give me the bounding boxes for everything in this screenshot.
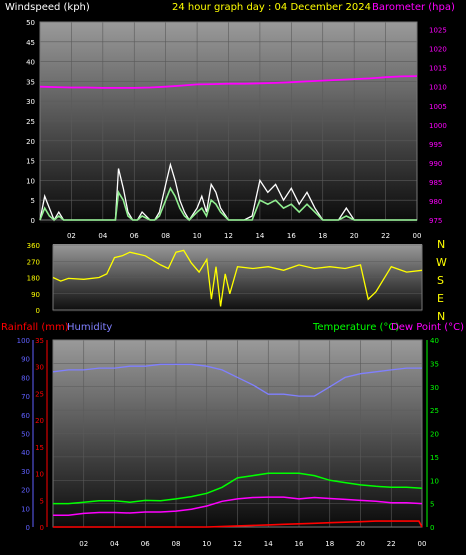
direction-tick-label: 180 (27, 275, 40, 283)
hour-tick-label: 12 (224, 232, 233, 240)
hour-tick-label: 12 (233, 540, 242, 548)
hour-tick-label: 20 (350, 232, 359, 240)
barometer-tick-label: 980 (429, 198, 442, 206)
humidity-tick-label: 90 (21, 356, 30, 364)
hour-tick-label: 08 (161, 232, 170, 240)
humidity-tick-label: 60 (21, 412, 30, 420)
hour-tick-label: 14 (255, 232, 264, 240)
windspeed-tick-label: 50 (26, 19, 35, 27)
windspeed-tick-label: 5 (31, 197, 35, 205)
hour-tick-label: 06 (130, 232, 139, 240)
weather-graph: Windspeed (kph) 24 hour graph day : 04 D… (1, 2, 464, 548)
hour-tick-label: 04 (98, 232, 107, 240)
windspeed-tick-label: 0 (31, 217, 35, 225)
hour-tick-label: 10 (193, 232, 202, 240)
humidity-tick-label: 0 (26, 524, 30, 532)
windspeed-tick-label: 30 (26, 98, 35, 106)
temperature-tick-label: 15 (430, 454, 439, 462)
hour-tick-label: 00 (413, 232, 422, 240)
chart-title: 24 hour graph day : 04 December 2024 (172, 2, 371, 13)
temperature-tick-label: 20 (430, 431, 439, 439)
windspeed-tick-label: 40 (26, 59, 35, 67)
direction-panel-background (53, 244, 422, 312)
compass-east: E (437, 292, 444, 305)
hour-tick-label: 00 (418, 540, 427, 548)
rainfall-tick-label: 10 (35, 471, 44, 479)
barometer-tick-label: 1000 (429, 122, 447, 130)
hour-tick-label: 02 (79, 540, 88, 548)
windspeed-tick-label: 35 (26, 78, 35, 86)
hour-tick-label: 18 (325, 540, 334, 548)
humidity-tick-label: 50 (21, 431, 30, 439)
barometer-tick-label: 1010 (429, 84, 447, 92)
barometer-tick-label: 995 (429, 141, 442, 149)
compass-west: W (436, 256, 447, 269)
temperature-axis-title: Temperature (°C) (312, 322, 399, 333)
hour-tick-label: 20 (356, 540, 365, 548)
direction-tick-label: 270 (27, 258, 40, 266)
barometer-tick-label: 1015 (429, 65, 447, 73)
windspeed-tick-label: 10 (26, 177, 35, 185)
barometer-tick-label: 985 (429, 179, 442, 187)
compass-north-top: N (437, 238, 445, 251)
humidity-tick-label: 30 (21, 468, 30, 476)
humidity-tick-label: 10 (21, 505, 30, 513)
direction-tick-label: 0 (36, 307, 40, 315)
barometer-tick-label: 1005 (429, 103, 447, 111)
hour-tick-label: 06 (141, 540, 150, 548)
windspeed-tick-label: 45 (26, 39, 35, 47)
hour-tick-label: 18 (318, 232, 327, 240)
barometer-tick-label: 1025 (429, 27, 447, 35)
rainfall-tick-label: 5 (40, 497, 44, 505)
humidity-tick-label: 80 (21, 374, 30, 382)
barometer-tick-label: 990 (429, 160, 442, 168)
hour-tick-label: 22 (387, 540, 396, 548)
windspeed-axis-title: Windspeed (kph) (5, 2, 90, 13)
rainfall-tick-label: 0 (40, 524, 44, 532)
temperature-tick-label: 5 (430, 501, 434, 509)
temperature-tick-label: 30 (430, 384, 439, 392)
dewpoint-axis-title: Dew Point (°C) (391, 322, 464, 333)
direction-tick-label: 360 (27, 242, 40, 250)
hour-tick-label: 22 (381, 232, 390, 240)
hour-tick-label: 08 (172, 540, 181, 548)
hour-tick-label: 02 (67, 232, 76, 240)
hour-tick-label: 04 (110, 540, 119, 548)
rainfall-axis-title: Rainfall (mm) (1, 322, 69, 333)
hour-tick-label: 16 (287, 232, 296, 240)
barometer-axis-title: Barometer (hpa) (372, 2, 455, 13)
compass-south: S (437, 274, 444, 287)
windspeed-tick-label: 20 (26, 138, 35, 146)
rainfall-tick-label: 30 (35, 364, 44, 372)
temperature-tick-label: 25 (430, 407, 439, 415)
rainfall-tick-label: 35 (35, 337, 44, 345)
temperature-tick-label: 40 (430, 337, 439, 345)
rainfall-tick-label: 20 (35, 417, 44, 425)
windspeed-tick-label: 15 (26, 158, 35, 166)
rainfall-tick-label: 25 (35, 390, 44, 398)
humidity-tick-label: 100 (17, 337, 30, 345)
temperature-tick-label: 35 (430, 360, 439, 368)
temperature-tick-label: 10 (430, 477, 439, 485)
humidity-axis-title: Humidity (67, 322, 112, 333)
rainfall-tick-label: 15 (35, 444, 44, 452)
humidity-tick-label: 40 (21, 449, 30, 457)
hour-tick-label: 10 (202, 540, 211, 548)
barometer-tick-label: 1020 (429, 46, 447, 54)
barometer-tick-label: 975 (429, 217, 442, 225)
windspeed-tick-label: 25 (26, 118, 35, 126)
hour-tick-label: 16 (295, 540, 304, 548)
direction-tick-label: 90 (31, 291, 40, 299)
humidity-tick-label: 70 (21, 393, 30, 401)
temperature-tick-label: 0 (430, 524, 434, 532)
humidity-tick-label: 20 (21, 487, 30, 495)
hour-tick-label: 14 (264, 540, 273, 548)
